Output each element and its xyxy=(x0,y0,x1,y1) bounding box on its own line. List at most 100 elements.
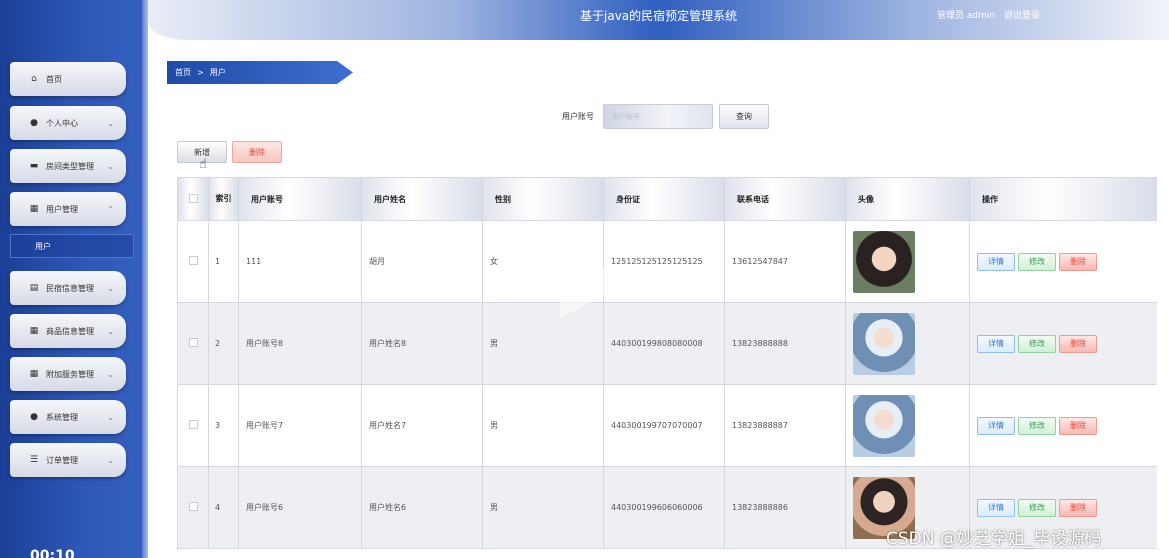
row-checkbox[interactable] xyxy=(188,420,198,429)
home-icon: ⌂ xyxy=(31,74,37,84)
delete-button[interactable]: 删除 xyxy=(1059,498,1097,517)
sidebar-item-system[interactable]: ● 系统管理 ⌄ xyxy=(10,400,126,434)
user-area: 管理员 admin 退出登录 xyxy=(937,8,1040,21)
row-account: 111 xyxy=(238,220,362,303)
edit-button[interactable]: 修改 xyxy=(1018,252,1056,271)
clipboard-icon: ▤ xyxy=(29,283,39,293)
sidebar-item-label: 商品信息管理 xyxy=(46,326,94,336)
batch-delete-button[interactable]: 删除 xyxy=(232,141,282,163)
row-idcard: 440300199707070007 xyxy=(603,384,725,467)
column-header-idcard: 身份证 xyxy=(603,177,725,221)
column-header-phone: 联系电话 xyxy=(724,177,846,221)
row-checkbox[interactable] xyxy=(188,502,198,511)
delete-button[interactable]: 删除 xyxy=(1059,416,1097,435)
table-row: 3 用户账号7 用户姓名7 男 440300199707070007 13823… xyxy=(177,384,1157,467)
sidebar-edge xyxy=(142,0,148,558)
chevron-down-icon: ⌄ xyxy=(107,161,114,171)
sidebar-item-label: 用户管理 xyxy=(46,204,78,214)
row-phone: 13823888886 xyxy=(724,466,846,549)
user-table: 索引 用户账号 用户姓名 性别 身份证 联系电话 头像 操作 1 111 胡月 … xyxy=(177,177,1157,558)
grid-icon: ▦ xyxy=(29,204,39,214)
search-button[interactable]: 查询 xyxy=(719,104,769,129)
list-icon: ☰ xyxy=(29,455,39,465)
select-all-checkbox[interactable] xyxy=(188,193,198,203)
admin-label: 管理员 admin xyxy=(937,11,996,21)
detail-button[interactable]: 详情 xyxy=(977,416,1015,435)
grid-icon: ▦ xyxy=(29,326,39,336)
detail-button[interactable]: 详情 xyxy=(977,498,1015,517)
sidebar-item-product-info[interactable]: ▦ 商品信息管理 ⌄ xyxy=(10,314,126,348)
row-name: 用户姓名6 xyxy=(361,466,483,549)
row-index: 1 xyxy=(208,220,239,303)
sidebar-item-label: 系统管理 xyxy=(46,412,78,422)
row-checkbox[interactable] xyxy=(188,338,198,347)
row-index: 2 xyxy=(208,302,239,385)
sidebar-item-personal-center[interactable]: ● 个人中心 ⌄ xyxy=(10,106,126,140)
edit-button[interactable]: 修改 xyxy=(1018,416,1056,435)
row-name: 用户姓名8 xyxy=(361,302,483,385)
edit-button[interactable]: 修改 xyxy=(1018,498,1056,517)
row-index: 3 xyxy=(208,384,239,467)
row-idcard: 125125125125125125 xyxy=(603,220,725,303)
breadcrumb-current: 用户 xyxy=(209,68,226,77)
delete-button[interactable]: 删除 xyxy=(1059,252,1097,271)
row-idcard: 440300199808080008 xyxy=(603,302,725,385)
delete-button[interactable]: 删除 xyxy=(1059,334,1097,353)
sidebar-item-label: 首页 xyxy=(46,74,62,84)
row-checkbox[interactable] xyxy=(188,256,198,265)
sidebar-item-label: 附加服务管理 xyxy=(46,369,94,379)
row-name: 用户姓名7 xyxy=(361,384,483,467)
search-input[interactable] xyxy=(603,104,713,129)
sidebar-subitem-user[interactable]: 用户 xyxy=(10,234,134,258)
column-header-name: 用户姓名 xyxy=(361,177,483,221)
sidebar-item-label: 房间类型管理 xyxy=(46,161,94,171)
avatar xyxy=(853,230,915,293)
sidebar-item-label: 订单管理 xyxy=(46,455,78,465)
sidebar-item-extra-services[interactable]: ▦ 附加服务管理 ⌄ xyxy=(10,357,126,391)
row-account: 用户账号8 xyxy=(238,302,362,385)
row-gender: 男 xyxy=(482,466,604,549)
logout-link[interactable]: 退出登录 xyxy=(1004,11,1040,21)
row-gender: 男 xyxy=(482,302,604,385)
sidebar-item-home[interactable]: ⌂ 首页 xyxy=(10,62,126,96)
sidebar-item-room-type[interactable]: ▬ 房间类型管理 ⌄ xyxy=(10,149,126,183)
person-icon: ● xyxy=(30,412,38,422)
avatar xyxy=(853,394,915,457)
sidebar-item-homestay-info[interactable]: ▤ 民宿信息管理 ⌄ xyxy=(10,271,126,305)
column-header-gender: 性别 xyxy=(482,177,604,221)
table-header-row: 索引 用户账号 用户姓名 性别 身份证 联系电话 头像 操作 xyxy=(177,177,1157,221)
detail-button[interactable]: 详情 xyxy=(977,252,1015,271)
edit-button[interactable]: 修改 xyxy=(1018,334,1056,353)
sidebar-subitem-label: 用户 xyxy=(35,241,51,251)
row-phone: 13612547847 xyxy=(724,220,846,303)
watermark-text: CSDN @妙芝学姐_毕设源码 xyxy=(886,529,1102,549)
avatar xyxy=(853,312,915,375)
sidebar-item-user-management[interactable]: ▦ 用户管理 ⌃ xyxy=(10,192,126,226)
detail-button[interactable]: 详情 xyxy=(977,334,1015,353)
breadcrumb: 首页 > 用户 xyxy=(167,61,353,84)
table-row: 1 111 胡月 女 125125125125125125 1361254784… xyxy=(177,220,1157,303)
app-title: 基于java的民宿预定管理系统 xyxy=(580,9,738,23)
chevron-down-icon: ⌄ xyxy=(107,455,114,465)
row-account: 用户账号7 xyxy=(238,384,362,467)
row-name: 胡月 xyxy=(361,220,483,303)
bed-icon: ▬ xyxy=(29,161,39,171)
row-gender: 男 xyxy=(482,384,604,467)
column-header-avatar: 头像 xyxy=(845,177,970,221)
hand-cursor-icon: ☝ xyxy=(199,157,207,172)
top-header: 基于java的民宿预定管理系统 管理员 admin 退出登录 xyxy=(148,0,1169,40)
grid-icon: ▦ xyxy=(29,369,39,379)
chevron-down-icon: ⌄ xyxy=(107,369,114,379)
sidebar-item-orders[interactable]: ☰ 订单管理 ⌄ xyxy=(10,443,126,477)
row-index: 4 xyxy=(208,466,239,549)
row-phone: 13823888888 xyxy=(724,302,846,385)
select-all-header[interactable] xyxy=(177,177,209,221)
clock-text: 00:10 xyxy=(30,548,75,558)
search-label: 用户账号 xyxy=(562,112,594,121)
chevron-down-icon: ⌄ xyxy=(107,283,114,293)
row-account: 用户账号6 xyxy=(238,466,362,549)
column-header-index: 索引 xyxy=(208,177,239,221)
breadcrumb-home[interactable]: 首页 xyxy=(175,67,191,78)
row-phone: 13823888887 xyxy=(724,384,846,467)
chevron-down-icon: ⌄ xyxy=(107,412,114,422)
